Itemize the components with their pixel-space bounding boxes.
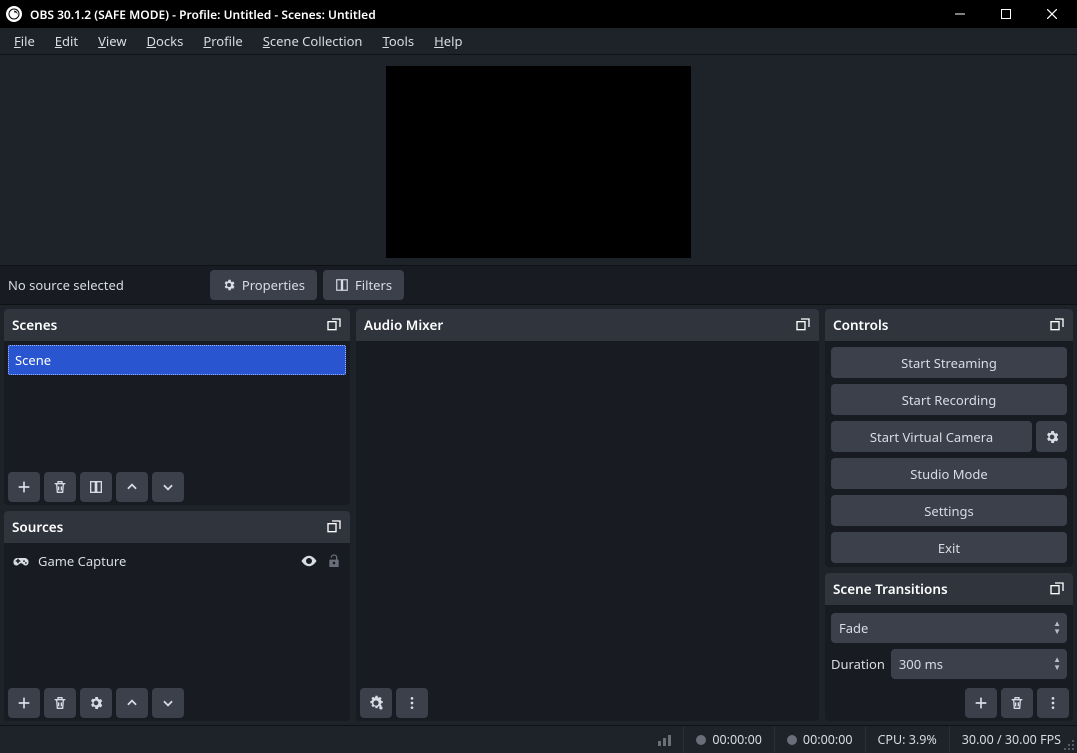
- controls-panel: Controls Start Streaming Start Recording…: [825, 309, 1073, 567]
- sources-panel: Sources Game Capture: [4, 511, 350, 721]
- scene-filters-button[interactable]: [80, 472, 112, 502]
- popout-icon[interactable]: [326, 317, 342, 333]
- source-item[interactable]: Game Capture: [8, 547, 346, 575]
- filters-button[interactable]: Filters: [323, 270, 404, 300]
- scenes-title: Scenes: [12, 316, 57, 334]
- popout-icon[interactable]: [326, 519, 342, 535]
- properties-button[interactable]: Properties: [210, 270, 317, 300]
- menu-file[interactable]: File: [4, 29, 45, 53]
- source-item-label: Game Capture: [38, 552, 126, 570]
- move-source-down-button[interactable]: [152, 688, 184, 718]
- spinner-icon: ▲▼: [1053, 649, 1061, 679]
- sources-title: Sources: [12, 518, 63, 536]
- exit-button[interactable]: Exit: [831, 532, 1067, 563]
- select-spinner-icon: ▲▼: [1053, 613, 1061, 643]
- window-minimize-button[interactable]: [937, 0, 983, 28]
- add-source-button[interactable]: [8, 688, 40, 718]
- gamepad-icon: [12, 552, 30, 570]
- transitions-panel: Scene Transitions Fade ▲▼ Duration 300 m…: [825, 573, 1073, 721]
- status-network[interactable]: [646, 726, 683, 753]
- lock-toggle[interactable]: [326, 553, 342, 569]
- menu-edit[interactable]: Edit: [45, 29, 88, 53]
- window-maximize-button[interactable]: [983, 0, 1029, 28]
- scenes-list[interactable]: Scene: [4, 341, 350, 469]
- menu-docks[interactable]: Docks: [137, 29, 194, 53]
- status-rec-time: 00:00:00: [774, 726, 865, 753]
- audio-mixer-body: [356, 341, 819, 685]
- studio-mode-button[interactable]: Studio Mode: [831, 458, 1067, 489]
- preview-area[interactable]: [0, 55, 1077, 265]
- menu-scene-collection[interactable]: Scene Collection: [253, 29, 373, 53]
- preview-canvas[interactable]: [386, 66, 691, 258]
- remove-source-button[interactable]: [44, 688, 76, 718]
- scene-item[interactable]: Scene: [8, 345, 346, 375]
- properties-button-label: Properties: [242, 276, 305, 294]
- menubar: File Edit View Docks Profile Scene Colle…: [0, 28, 1077, 55]
- status-cpu: CPU: 3.9%: [865, 726, 949, 753]
- no-source-label: No source selected: [6, 276, 204, 294]
- controls-title: Controls: [833, 316, 888, 334]
- network-bars-icon: [658, 734, 671, 746]
- transition-duration-input[interactable]: 300 ms ▲▼: [891, 649, 1067, 679]
- obs-app-icon: [6, 6, 22, 22]
- source-toolbar: No source selected Properties Filters: [0, 265, 1077, 305]
- remove-transition-button[interactable]: [1001, 688, 1033, 718]
- resize-grip-icon[interactable]: [1063, 739, 1075, 751]
- sources-list[interactable]: Game Capture: [4, 543, 350, 685]
- visibility-toggle[interactable]: [300, 552, 318, 570]
- rec-dot-icon: [787, 735, 797, 745]
- transition-duration-value: 300 ms: [899, 655, 943, 673]
- window-title: OBS 30.1.2 (SAFE MODE) - Profile: Untitl…: [30, 6, 937, 23]
- transition-current: Fade: [839, 619, 868, 637]
- transition-duration-label: Duration: [831, 655, 885, 673]
- popout-icon[interactable]: [1049, 317, 1065, 333]
- window-close-button[interactable]: [1029, 0, 1075, 28]
- stream-time-value: 00:00:00: [712, 731, 762, 748]
- transition-select[interactable]: Fade ▲▼: [831, 613, 1067, 643]
- transitions-title: Scene Transitions: [833, 580, 948, 598]
- menu-profile[interactable]: Profile: [193, 29, 252, 53]
- scenes-panel: Scenes Scene: [4, 309, 350, 505]
- status-fps: 30.00 / 30.00 FPS: [949, 726, 1073, 753]
- start-recording-button[interactable]: Start Recording: [831, 384, 1067, 415]
- popout-icon[interactable]: [1049, 581, 1065, 597]
- filters-icon: [335, 278, 349, 292]
- move-scene-up-button[interactable]: [116, 472, 148, 502]
- move-scene-down-button[interactable]: [152, 472, 184, 502]
- statusbar: 00:00:00 00:00:00 CPU: 3.9% 30.00 / 30.0…: [0, 725, 1077, 753]
- transition-menu-button[interactable]: [1037, 688, 1069, 718]
- audio-advanced-button[interactable]: [360, 688, 392, 718]
- start-virtual-camera-button[interactable]: Start Virtual Camera: [831, 421, 1032, 452]
- menu-tools[interactable]: Tools: [372, 29, 424, 53]
- menu-help[interactable]: Help: [424, 29, 472, 53]
- add-scene-button[interactable]: [8, 472, 40, 502]
- settings-button[interactable]: Settings: [831, 495, 1067, 526]
- virtual-camera-settings-button[interactable]: [1036, 421, 1067, 452]
- filters-button-label: Filters: [355, 276, 392, 294]
- add-transition-button[interactable]: [965, 688, 997, 718]
- status-stream-time: 00:00:00: [683, 726, 774, 753]
- gear-icon: [222, 278, 236, 292]
- menu-view[interactable]: View: [88, 29, 136, 53]
- move-source-up-button[interactable]: [116, 688, 148, 718]
- audio-mixer-title: Audio Mixer: [364, 316, 443, 334]
- titlebar: OBS 30.1.2 (SAFE MODE) - Profile: Untitl…: [0, 0, 1077, 28]
- stream-dot-icon: [696, 735, 706, 745]
- popout-icon[interactable]: [795, 317, 811, 333]
- rec-time-value: 00:00:00: [803, 731, 853, 748]
- source-properties-button[interactable]: [80, 688, 112, 718]
- audio-menu-button[interactable]: [396, 688, 428, 718]
- start-streaming-button[interactable]: Start Streaming: [831, 347, 1067, 378]
- audio-mixer-panel: Audio Mixer: [356, 309, 819, 721]
- remove-scene-button[interactable]: [44, 472, 76, 502]
